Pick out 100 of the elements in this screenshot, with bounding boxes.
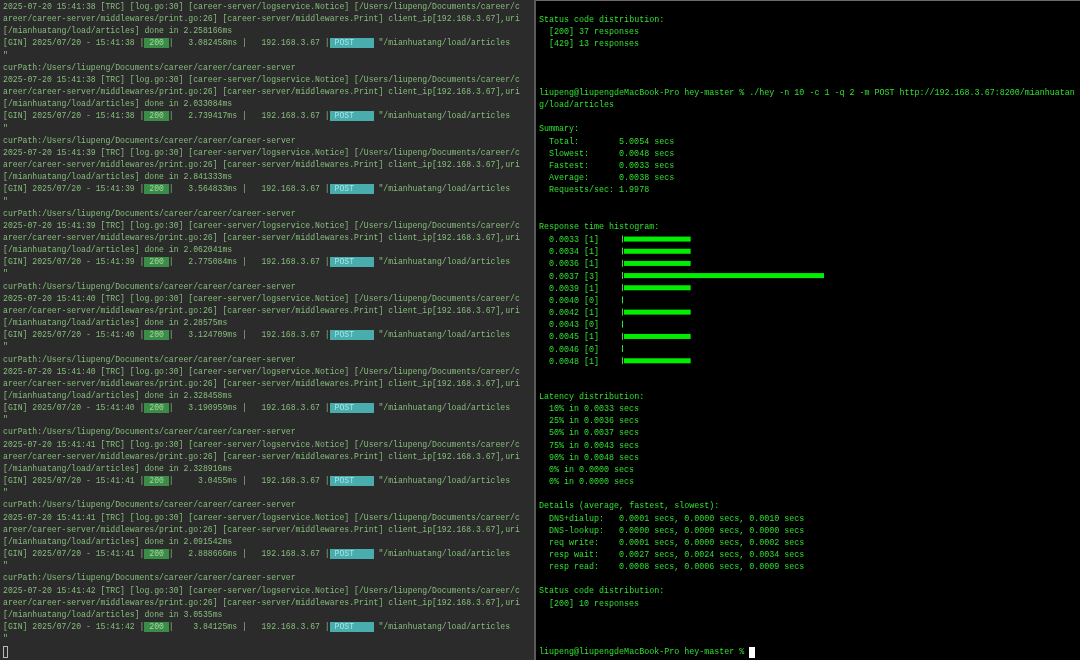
section-heading: Latency distribution: xyxy=(539,391,645,404)
separator-text: | xyxy=(324,620,330,633)
log-line: curPath:/Users/liupeng/Documents/career/career/career-server xyxy=(3,280,297,293)
log-line: areer/career-server/middlewares/print.go:26] [career-server/middlewares.Print] client_ip[192.168.3.67],uri xyxy=(3,13,521,26)
gin-prefix: [GIN] 2025/07/20 - 15:41:41 xyxy=(3,548,136,561)
log-line: curPath:/Users/liupeng/Documents/career/career/career-server xyxy=(3,61,297,74)
report-line: resp read: 0.0008 secs, 0.0006 secs, 0.0009 secs xyxy=(549,561,805,574)
value-label: [1] xyxy=(584,247,600,258)
log-line: areer/career-server/middlewares/print.go:26] [career-server/middlewares.Print] client_ip[192.168.3.67],uri xyxy=(3,304,521,317)
separator-text: | xyxy=(139,548,145,561)
log-line: 2025-07-20 15:41:38 [TRC] [log.go:30] [career-server/logservice.Notice] [/Users/liupeng/Documents/career/c xyxy=(3,73,521,86)
log-line: " xyxy=(3,560,9,573)
histogram-label: 0.0046 xyxy=(549,344,580,355)
log-line: " xyxy=(3,633,9,646)
log-line: 2025-07-20 15:41:41 [TRC] [log.go:30] [career-server/logservice.Notice] [/Users/liupeng/Documents/career/c xyxy=(3,511,521,524)
gin-prefix: [GIN] 2025/07/20 - 15:41:39 xyxy=(3,183,136,196)
status-code-badge: 200 xyxy=(144,330,169,341)
separator-text: | xyxy=(168,620,174,633)
separator-text: | xyxy=(139,37,145,50)
histogram-bar xyxy=(624,248,691,254)
separator-text: | xyxy=(241,620,247,633)
report-line: 0% in 0.0000 secs xyxy=(549,463,635,477)
report-line: 10% in 0.0033 secs xyxy=(549,403,640,416)
log-line: 2025-07-20 15:41:42 [TRC] [log.go:30] [career-server/logservice.Notice] [/Users/liupeng/Documents/career/c xyxy=(3,584,521,597)
report-line: Average: 0.0038 secs xyxy=(549,172,675,185)
separator-text: | xyxy=(241,183,247,196)
value-label: [1] xyxy=(584,234,600,245)
log-line: " xyxy=(3,195,9,208)
client-ip: 192.168.3.67 xyxy=(260,548,320,561)
status-code-badge: 200 xyxy=(144,549,169,560)
request-path: "/mianhuatang/load/articles xyxy=(378,475,511,488)
client-ip: 192.168.3.67 xyxy=(260,256,320,269)
histogram-label: 0.0048 xyxy=(549,356,580,367)
client-ip: 192.168.3.67 xyxy=(260,329,320,342)
log-line: curPath:/Users/liupeng/Documents/career/career/career-server xyxy=(3,134,297,147)
status-code-badge: 200 xyxy=(144,38,169,49)
request-latency: 3.190959ms xyxy=(187,402,237,415)
histogram-bar xyxy=(624,236,691,242)
report-line: 25% in 0.0036 secs xyxy=(549,415,640,428)
client-ip: 192.168.3.67 xyxy=(260,37,320,50)
histogram-label: 0.0045 xyxy=(549,332,580,343)
value-label: [1] xyxy=(584,356,600,367)
section-heading: Details (average, fastest, slowest): xyxy=(539,500,720,513)
log-line: curPath:/Users/liupeng/Documents/career/career/career-server xyxy=(3,353,297,366)
method-badge: POST xyxy=(329,184,374,195)
command-line: liupeng@liupengdeMacBook-Pro hey-master % ./hey -n 10 -c 1 -q 2 -m POST http://192.168.3.67:8200/mianhuatan xyxy=(539,86,1075,100)
report-line: [429] 13 responses xyxy=(549,38,640,51)
section-heading: Response time histogram: xyxy=(539,220,660,233)
report-line: DNS-lookup: 0.0000 secs, 0.0000 secs, 0.0000 secs xyxy=(549,524,805,537)
separator-text: | xyxy=(324,475,330,488)
log-line: curPath:/Users/liupeng/Documents/career/career/career-server xyxy=(3,207,297,220)
gin-prefix: [GIN] 2025/07/20 - 15:41:41 xyxy=(3,475,136,488)
report-line: 90% in 0.0048 secs xyxy=(549,451,640,464)
command-line: g/load/articles xyxy=(539,99,615,112)
separator-text: | xyxy=(241,548,247,561)
histogram-label: 0.0037 xyxy=(549,271,580,282)
method-badge: POST xyxy=(329,621,374,632)
separator-text: | xyxy=(241,402,247,415)
cursor-icon xyxy=(3,646,8,659)
histogram-label: 0.0036 xyxy=(549,259,580,270)
client-ip: 192.168.3.67 xyxy=(260,402,320,415)
separator-text: | xyxy=(168,183,174,196)
histogram-bar xyxy=(624,285,691,291)
gin-prefix: [GIN] 2025/07/20 - 15:41:40 xyxy=(3,402,136,415)
request-latency: 3.124709ms xyxy=(187,329,237,342)
separator-text: | xyxy=(139,402,145,415)
separator-text: | xyxy=(241,475,247,488)
method-badge: POST xyxy=(329,257,374,268)
value-label: [0] xyxy=(584,344,600,355)
log-line: 2025-07-20 15:41:40 [TRC] [log.go:30] [career-server/logservice.Notice] [/Users/liupeng/Documents/career/c xyxy=(3,365,521,378)
client-ip: 192.168.3.67 xyxy=(260,110,320,123)
section-heading: Status code distribution: xyxy=(539,585,665,598)
separator-text: | xyxy=(168,110,174,123)
log-line: areer/career-server/middlewares/print.go:26] [career-server/middlewares.Print] client_ip[192.168.3.67],uri xyxy=(3,231,521,244)
log-line: [/mianhuatang/load/articles] done in 2.841333ms xyxy=(3,171,234,184)
log-line: 2025-07-20 15:41:38 [TRC] [log.go:30] [career-server/logservice.Notice] [/Users/liupeng/Documents/career/c xyxy=(3,1,521,13)
request-path: "/mianhuatang/load/articles xyxy=(378,110,511,123)
separator-text: | xyxy=(241,110,247,123)
status-code-badge: 200 xyxy=(144,111,169,122)
status-code-badge: 200 xyxy=(144,621,169,632)
log-line: 2025-07-20 15:41:40 [TRC] [log.go:30] [career-server/logservice.Notice] [/Users/liupeng/Documents/career/c xyxy=(3,292,521,305)
request-path: "/mianhuatang/load/articles xyxy=(378,256,511,269)
method-badge: POST xyxy=(329,403,374,414)
client-ip: 192.168.3.67 xyxy=(260,475,320,488)
log-line: 2025-07-20 15:41:39 [TRC] [log.go:30] [career-server/logservice.Notice] [/Users/liupeng/Documents/career/c xyxy=(3,219,521,232)
request-latency: 2.739417ms xyxy=(187,110,237,123)
request-latency: 3.84125ms xyxy=(192,620,237,633)
request-latency: 3.0455ms xyxy=(197,475,237,488)
client-ip: 192.168.3.67 xyxy=(260,183,320,196)
separator-text: | xyxy=(139,256,145,269)
log-line: " xyxy=(3,487,9,500)
log-line: areer/career-server/middlewares/print.go:26] [career-server/middlewares.Print] client_ip[192.168.3.67],uri xyxy=(3,377,521,390)
separator-text: | xyxy=(168,37,174,50)
method-badge: POST xyxy=(329,111,374,122)
histogram-bar xyxy=(624,309,691,315)
report-line: Fastest: 0.0033 secs xyxy=(549,159,675,173)
separator-text: | xyxy=(139,620,145,633)
value-label: [0] xyxy=(584,320,600,331)
separator-text: | xyxy=(324,402,330,415)
section-heading: Summary: xyxy=(539,123,580,136)
